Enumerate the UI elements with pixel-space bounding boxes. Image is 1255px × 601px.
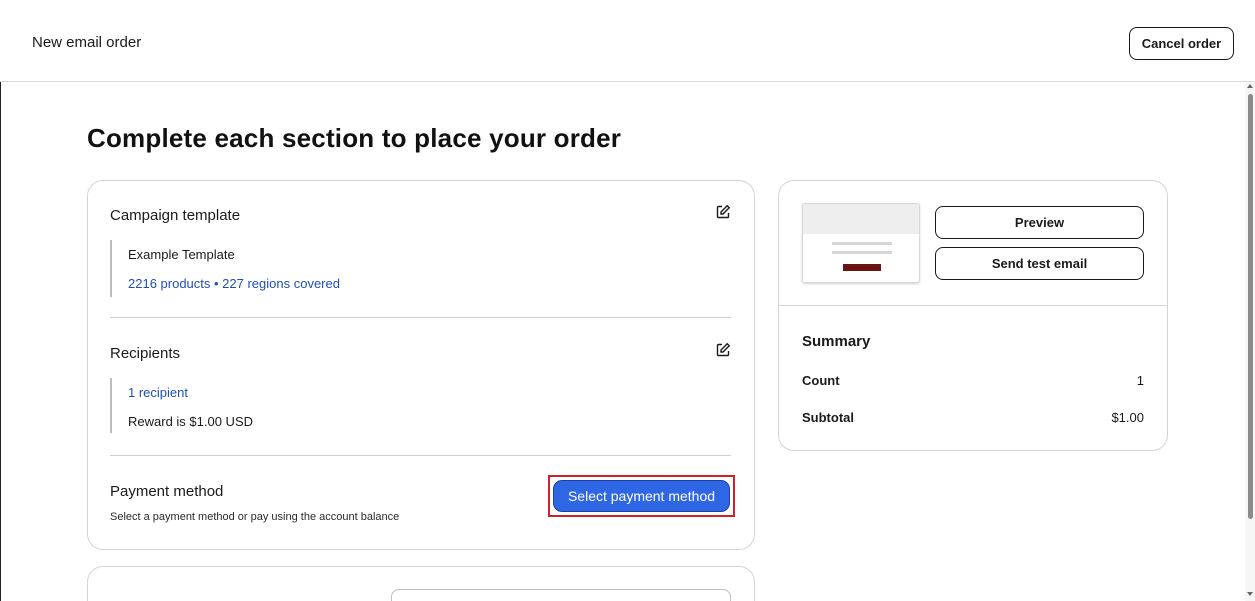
- summary-divider: [779, 305, 1167, 306]
- thumbnail-header: [803, 204, 919, 234]
- section-divider: [110, 455, 731, 456]
- subtotal-label: Subtotal: [802, 410, 854, 425]
- recipients-title: Recipients: [110, 345, 181, 362]
- send-test-email-button[interactable]: Send test email: [935, 247, 1144, 280]
- campaign-template-title: Campaign template: [110, 207, 241, 224]
- preview-button[interactable]: Preview: [935, 206, 1144, 239]
- reward-text: Reward is $1.00 USD: [128, 414, 253, 429]
- window-title: New email order: [32, 34, 142, 51]
- thumbnail-line: [832, 242, 892, 245]
- thumbnail-button: [843, 264, 881, 271]
- summary-title: Summary: [802, 333, 871, 350]
- campaign-detail-bar: [110, 240, 112, 297]
- payment-hint: Select a payment method or pay using the…: [110, 511, 400, 523]
- template-name: Example Template: [128, 247, 235, 262]
- email-thumbnail: [802, 203, 920, 283]
- next-section-input[interactable]: [391, 589, 731, 601]
- count-value: 1: [1136, 373, 1144, 388]
- coverage-link[interactable]: 2216 products • 227 regions covered: [128, 276, 340, 291]
- select-payment-method-button[interactable]: Select payment method: [553, 480, 730, 512]
- cancel-order-button[interactable]: Cancel order: [1129, 27, 1234, 60]
- subtotal-value: $1.00: [1111, 410, 1144, 425]
- scroll-down-icon[interactable]: [1247, 592, 1253, 596]
- recipient-count-link[interactable]: 1 recipient: [128, 385, 188, 400]
- recipients-detail-bar: [110, 378, 112, 433]
- payment-method-title: Payment method: [110, 483, 224, 500]
- thumbnail-line: [832, 251, 892, 254]
- count-label: Count: [802, 373, 840, 388]
- edit-campaign-icon[interactable]: [715, 204, 731, 220]
- scroll-up-icon[interactable]: [1247, 84, 1253, 88]
- edit-recipients-icon[interactable]: [715, 342, 731, 358]
- top-bar: New email order Cancel order: [0, 0, 1255, 82]
- section-divider: [110, 317, 731, 318]
- page-title: Complete each section to place your orde…: [87, 123, 622, 153]
- scrollbar-thumb[interactable]: [1248, 94, 1253, 519]
